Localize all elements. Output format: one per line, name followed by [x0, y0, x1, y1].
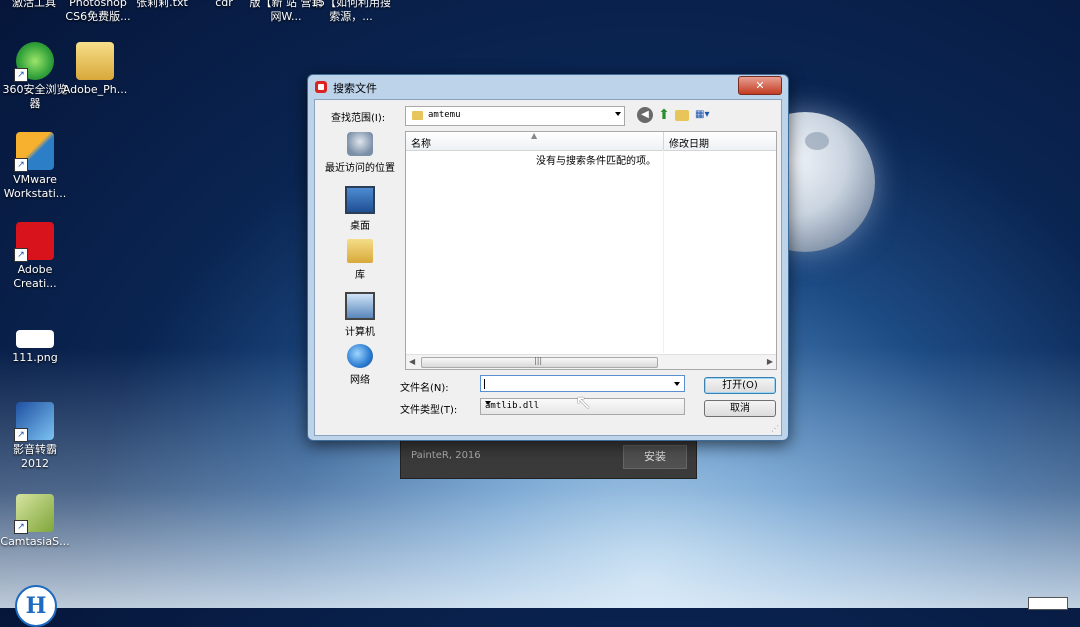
place-network[interactable]: 网络 [323, 344, 397, 386]
h-app-icon[interactable]: H [15, 585, 57, 627]
desktop-icon-label: Adobe Creati... [13, 263, 57, 290]
mouse-cursor-icon: ↖ [575, 390, 592, 414]
scroll-left-icon[interactable]: ◀ [409, 357, 415, 366]
shortcut-arrow-icon: ↗ [14, 158, 28, 172]
chevron-down-icon [615, 112, 621, 116]
filetype-label: 文件类型(T): [400, 405, 458, 416]
desktop-icon-vmware[interactable]: ↗ VMware Workstati... [0, 132, 70, 201]
open-button[interactable]: 打开(O) [704, 377, 776, 394]
network-icon [347, 344, 373, 368]
app-icon [315, 81, 327, 93]
dialog-titlebar[interactable]: 搜索文件 ✕ [308, 75, 788, 99]
video-converter-icon: ↗ [14, 402, 54, 442]
chevron-down-icon [485, 401, 491, 405]
filetype-value: amtlib.dll [485, 401, 540, 411]
place-label: 库 [355, 270, 365, 281]
desktop-icon-adobe-creative[interactable]: ↗ Adobe Creati... [0, 222, 70, 291]
up-folder-icon[interactable]: ⬆ [656, 107, 672, 123]
scroll-right-icon[interactable]: ▶ [767, 357, 773, 366]
desktop-icon [345, 186, 375, 214]
place-label: 计算机 [345, 327, 375, 338]
desktop-icon-label: Adobe_Ph... [62, 83, 128, 96]
scroll-thumb[interactable]: ||| [421, 356, 658, 368]
desktop-icon-video-converter[interactable]: ↗ 影音转霸2012 [0, 402, 70, 471]
place-label: 桌面 [350, 221, 370, 232]
shortcut-arrow-icon: ↗ [14, 428, 28, 442]
desktop-icon-label: 360安全浏览器 [2, 83, 68, 110]
places-bar: 最近访问的位置 桌面 库 计算机 网络 [323, 132, 397, 426]
recent-places-icon [347, 132, 373, 156]
desktop-icon-label: CamtasiaS... [0, 535, 70, 548]
camtasia-icon: ↗ [14, 494, 54, 534]
desktop-icon-111-png[interactable]: 111.png [0, 330, 70, 365]
installer-label: PainteR, 2016 [411, 450, 481, 461]
horizontal-scrollbar[interactable]: ◀ ||| ▶ [406, 354, 776, 369]
cancel-button[interactable]: 取消 [704, 400, 776, 417]
folder-icon [76, 42, 114, 80]
sort-caret-icon: ▲ [531, 131, 538, 140]
lookin-label: 查找范围(I): [331, 113, 386, 124]
place-library[interactable]: 库 [323, 239, 397, 281]
text-caret [484, 379, 485, 389]
lookin-value: amtemu [428, 110, 461, 120]
place-recent[interactable]: 最近访问的位置 [323, 132, 397, 174]
file-list[interactable]: ▲ 名称 修改日期 没有与搜索条件匹配的项。 ◀ ||| ▶ [405, 131, 777, 370]
installer-window: PainteR, 2016 安装 [400, 438, 697, 479]
image-file-icon [16, 330, 54, 348]
close-button[interactable]: ✕ [738, 76, 782, 95]
shortcut-arrow-icon: ↗ [14, 248, 28, 262]
desktop-icon-camtasia[interactable]: ↗ CamtasiaS... [0, 494, 70, 549]
qr-code-icon [1028, 597, 1068, 610]
place-label: 网络 [350, 375, 370, 386]
shortcut-arrow-icon: ↗ [14, 68, 28, 82]
resize-grip-icon[interactable]: ⋰ [771, 424, 779, 433]
install-button[interactable]: 安装 [623, 445, 687, 469]
dialog-title: 搜索文件 [333, 82, 377, 95]
browser-icon: ↗ [14, 42, 54, 82]
desktop-icon-label: 影音转霸2012 [13, 443, 57, 470]
creative-cloud-icon: ↗ [14, 222, 54, 262]
search-file-dialog: 搜索文件 ✕ 查找范围(I): amtemu ◀ ⬆ ▦▾ 最近访问的位置 桌面… [307, 74, 789, 441]
shortcut-arrow-icon: ↗ [14, 520, 28, 534]
library-icon [347, 239, 373, 263]
desktop-top-label[interactable]: 15【如何利用搜索源，... [311, 0, 391, 24]
chevron-down-icon[interactable] [674, 382, 680, 386]
place-computer[interactable]: 计算机 [323, 292, 397, 338]
place-label: 最近访问的位置 [325, 163, 395, 174]
vmware-icon: ↗ [14, 132, 54, 172]
column-separator[interactable] [663, 132, 664, 150]
desktop-icon-adobe-ph-folder[interactable]: Adobe_Ph... [60, 42, 130, 97]
dialog-client: 查找范围(I): amtemu ◀ ⬆ ▦▾ 最近访问的位置 桌面 库 计算机 … [314, 99, 782, 436]
desktop-icon-label: 111.png [12, 351, 58, 364]
empty-message: 没有与搜索条件匹配的项。 [536, 156, 656, 167]
computer-icon [345, 292, 375, 320]
back-icon[interactable]: ◀ [637, 107, 653, 123]
new-folder-icon[interactable] [675, 110, 689, 121]
grip-icon: ||| [534, 356, 543, 365]
lookin-combo[interactable]: amtemu [405, 106, 625, 126]
column-date[interactable]: 修改日期 [669, 135, 709, 150]
folder-icon [412, 111, 423, 120]
column-name[interactable]: 名称 [411, 135, 431, 150]
place-desktop[interactable]: 桌面 [323, 186, 397, 232]
view-menu-icon[interactable]: ▦▾ [695, 107, 717, 123]
close-icon: ✕ [755, 79, 765, 92]
column-header: ▲ 名称 修改日期 [406, 131, 776, 151]
desktop-icon-label: VMware Workstati... [3, 173, 67, 200]
column-divider [663, 150, 664, 353]
filename-label: 文件名(N): [400, 383, 449, 394]
